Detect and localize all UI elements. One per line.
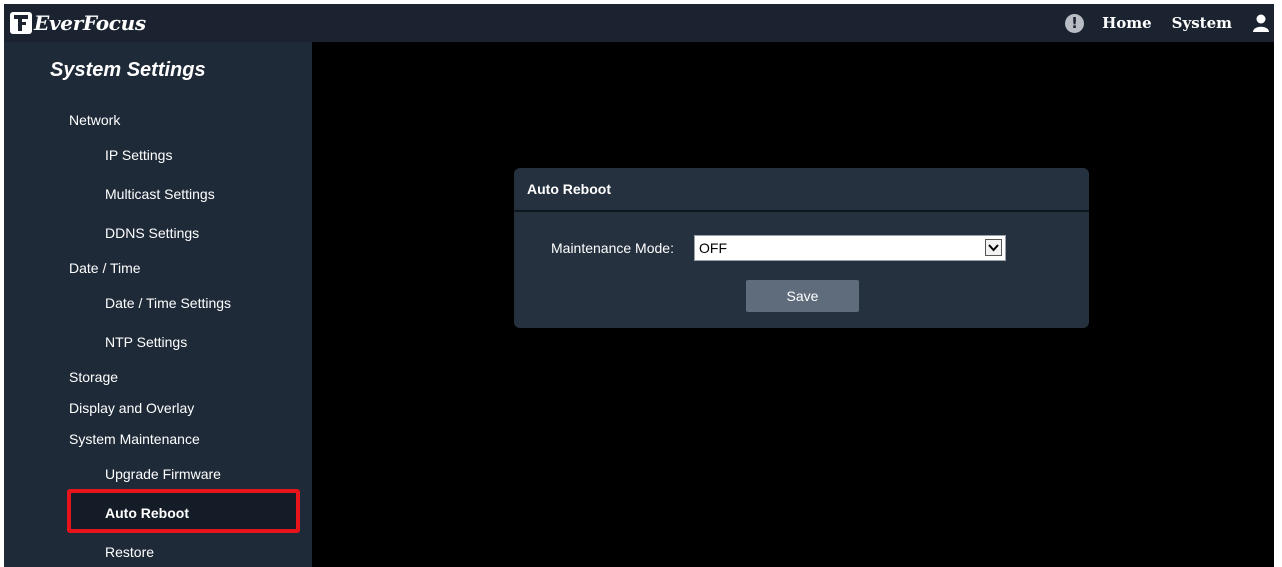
home-link[interactable]: Home (1102, 14, 1152, 32)
sidebar: System Settings Network IP Settings Mult… (4, 42, 312, 567)
sidebar-item-auto-reboot[interactable]: Auto Reboot (105, 505, 189, 521)
brand-name: EverFocus (34, 11, 146, 35)
panel-header: Auto Reboot (514, 168, 1089, 212)
sidebar-title: System Settings (50, 59, 206, 81)
sidebar-item-network[interactable]: Network (69, 112, 120, 128)
system-link[interactable]: System (1172, 14, 1232, 32)
sidebar-item-ip-settings[interactable]: IP Settings (105, 147, 172, 163)
sidebar-item-system-maintenance[interactable]: System Maintenance (69, 431, 200, 447)
sidebar-item-date-time-settings[interactable]: Date / Time Settings (105, 295, 231, 311)
maintenance-mode-value: OFF (699, 240, 727, 256)
sidebar-item-ddns-settings[interactable]: DDNS Settings (105, 225, 199, 241)
sidebar-item-ntp-settings[interactable]: NTP Settings (105, 334, 187, 350)
save-button[interactable]: Save (746, 280, 859, 312)
sidebar-item-display-overlay[interactable]: Display and Overlay (69, 400, 194, 416)
top-bar: EverFocus ! Home System (4, 4, 1274, 42)
everfocus-logo-icon (10, 12, 32, 34)
auto-reboot-panel: Auto Reboot Maintenance Mode: OFF Save (514, 168, 1089, 328)
sidebar-item-date-time[interactable]: Date / Time (69, 260, 141, 276)
sidebar-item-upgrade-firmware[interactable]: Upgrade Firmware (105, 466, 221, 482)
sidebar-item-multicast-settings[interactable]: Multicast Settings (105, 186, 215, 202)
sidebar-item-restore[interactable]: Restore (105, 544, 154, 560)
top-nav: ! Home System (1065, 4, 1274, 42)
user-icon[interactable] (1252, 13, 1270, 33)
app-window: EverFocus ! Home System System Settings … (4, 4, 1274, 567)
sidebar-item-storage[interactable]: Storage (69, 369, 118, 385)
chevron-down-icon[interactable] (985, 239, 1002, 256)
logo: EverFocus (10, 11, 146, 35)
maintenance-mode-label: Maintenance Mode: (551, 240, 674, 256)
alert-icon[interactable]: ! (1065, 13, 1085, 33)
panel-title: Auto Reboot (527, 181, 611, 197)
maintenance-mode-select[interactable]: OFF (694, 235, 1006, 261)
